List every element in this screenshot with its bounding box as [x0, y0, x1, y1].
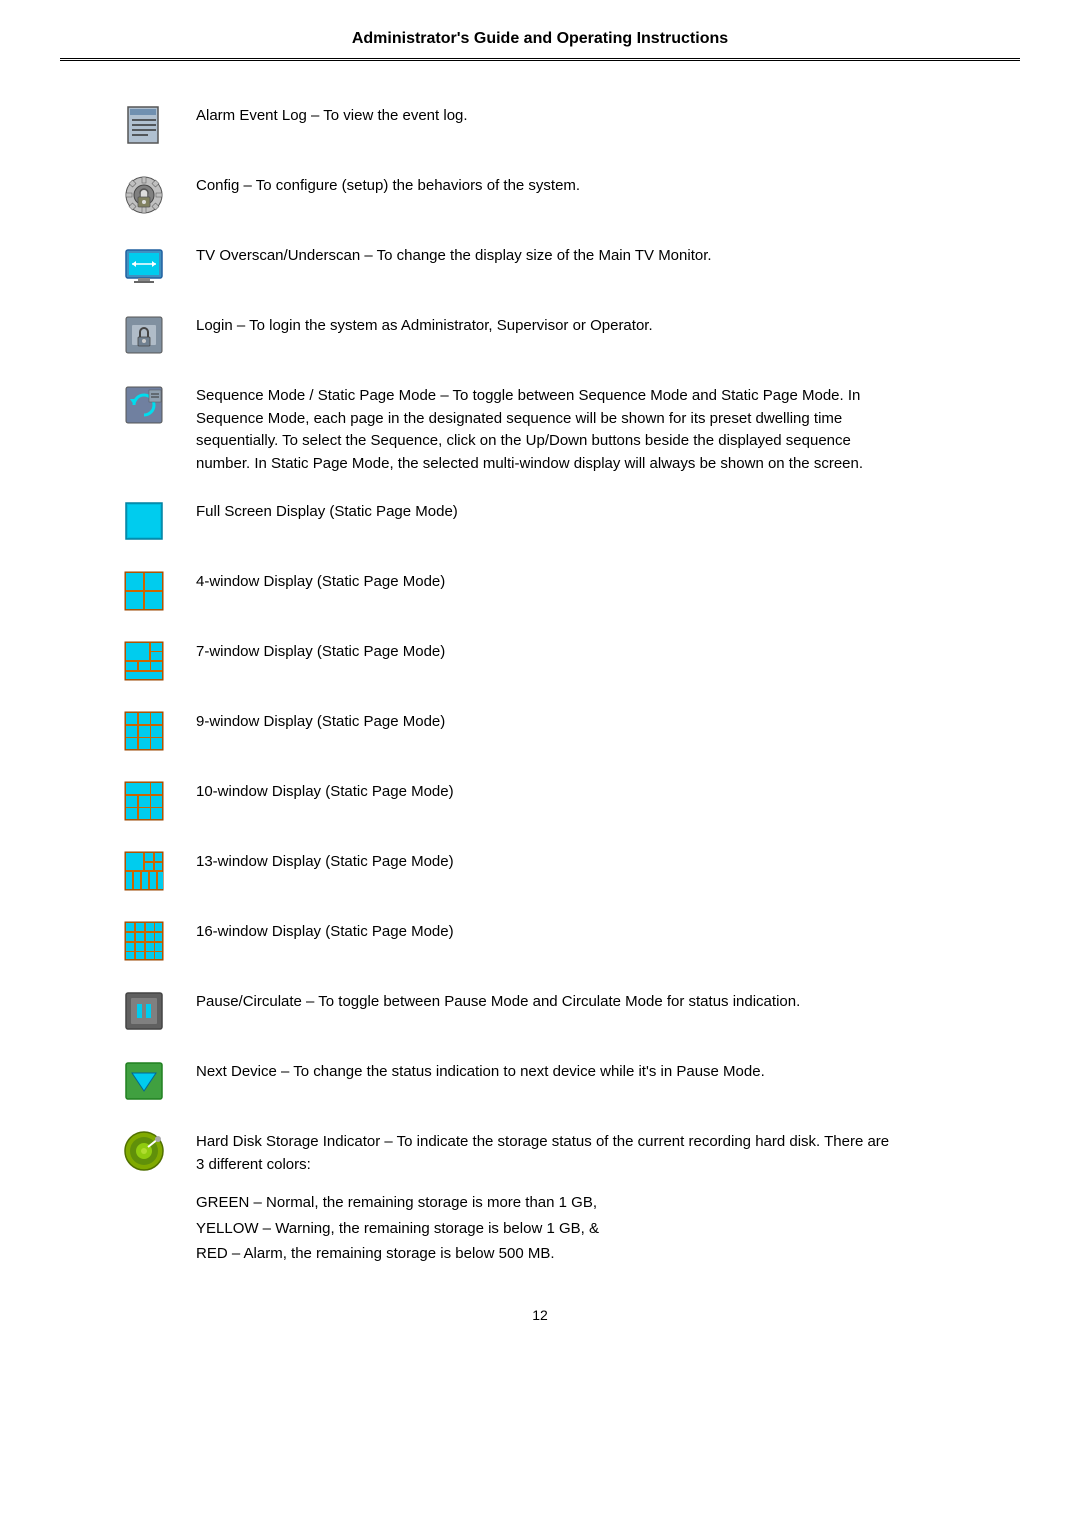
list-item: Alarm Event Log – To view the event log. [60, 101, 1020, 149]
16-window-icon [120, 917, 168, 965]
hard-disk-text: Hard Disk Storage Indicator – To indicat… [196, 1127, 896, 1176]
4-window-icon [120, 567, 168, 615]
10-window-text: 10-window Display (Static Page Mode) [196, 777, 454, 804]
list-item: Hard Disk Storage Indicator – To indicat… [60, 1127, 1020, 1267]
list-item: 4-window Display (Static Page Mode) [60, 567, 1020, 615]
alarm-log-text: Alarm Event Log – To view the event log. [196, 101, 468, 128]
list-item: Login – To login the system as Administr… [60, 311, 1020, 359]
login-text: Login – To login the system as Administr… [196, 311, 653, 338]
10-window-icon [120, 777, 168, 825]
sequence-text: Sequence Mode / Static Page Mode – To to… [196, 381, 896, 475]
items-list: Alarm Event Log – To view the event log. [60, 101, 1020, 1267]
yellow-note: YELLOW – Warning, the remaining storage … [196, 1216, 1020, 1242]
hard-disk-icon [120, 1127, 168, 1175]
page-header: Administrator's Guide and Operating Inst… [60, 30, 1020, 61]
list-item: 13-window Display (Static Page Mode) [60, 847, 1020, 895]
hard-disk-section: Hard Disk Storage Indicator – To indicat… [196, 1127, 1020, 1267]
full-screen-text: Full Screen Display (Static Page Mode) [196, 497, 458, 524]
list-item: TV Overscan/Underscan – To change the di… [60, 241, 1020, 289]
red-note: RED – Alarm, the remaining storage is be… [196, 1241, 1020, 1267]
config-icon [120, 171, 168, 219]
13-window-icon [120, 847, 168, 895]
7-window-icon [120, 637, 168, 685]
list-item: 9-window Display (Static Page Mode) [60, 707, 1020, 755]
13-window-text: 13-window Display (Static Page Mode) [196, 847, 454, 874]
page-title: Administrator's Guide and Operating Inst… [352, 30, 728, 47]
green-note: GREEN – Normal, the remaining storage is… [196, 1190, 1020, 1216]
16-window-text: 16-window Display (Static Page Mode) [196, 917, 454, 944]
page-footer: 12 [60, 1307, 1020, 1323]
page: Administrator's Guide and Operating Inst… [0, 0, 1080, 1528]
9-window-text: 9-window Display (Static Page Mode) [196, 707, 445, 734]
page-number: 12 [532, 1307, 548, 1323]
pause-circulate-icon [120, 987, 168, 1035]
list-item: Next Device – To change the status indic… [60, 1057, 1020, 1105]
tv-overscan-text: TV Overscan/Underscan – To change the di… [196, 241, 712, 268]
list-item: Full Screen Display (Static Page Mode) [60, 497, 1020, 545]
list-item: Config – To configure (setup) the behavi… [60, 171, 1020, 219]
tv-overscan-icon [120, 241, 168, 289]
sequence-icon [120, 381, 168, 429]
full-screen-icon [120, 497, 168, 545]
list-item: 16-window Display (Static Page Mode) [60, 917, 1020, 965]
next-device-text: Next Device – To change the status indic… [196, 1057, 765, 1084]
list-item: 7-window Display (Static Page Mode) [60, 637, 1020, 685]
alarm-log-icon [120, 101, 168, 149]
7-window-text: 7-window Display (Static Page Mode) [196, 637, 445, 664]
hard-disk-sub-text: GREEN – Normal, the remaining storage is… [196, 1176, 1020, 1267]
list-item: Pause/Circulate – To toggle between Paus… [60, 987, 1020, 1035]
config-text: Config – To configure (setup) the behavi… [196, 171, 580, 198]
list-item: Sequence Mode / Static Page Mode – To to… [60, 381, 1020, 475]
login-icon [120, 311, 168, 359]
4-window-text: 4-window Display (Static Page Mode) [196, 567, 445, 594]
9-window-icon [120, 707, 168, 755]
next-device-icon [120, 1057, 168, 1105]
list-item: 10-window Display (Static Page Mode) [60, 777, 1020, 825]
pause-circulate-text: Pause/Circulate – To toggle between Paus… [196, 987, 800, 1014]
